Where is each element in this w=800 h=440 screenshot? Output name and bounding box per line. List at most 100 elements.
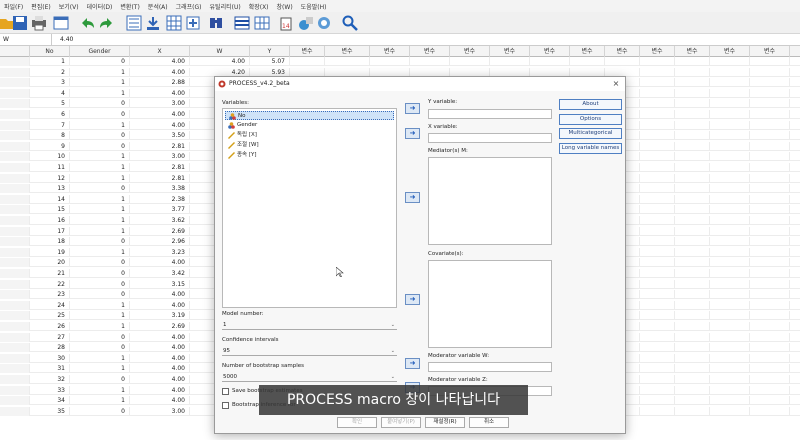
data-cell[interactable] [640, 279, 675, 289]
column-header[interactable]: Gender [70, 46, 130, 57]
data-cell[interactable] [675, 67, 710, 77]
data-cell[interactable]: 0 [70, 131, 130, 141]
data-cell[interactable]: 2.69 [130, 226, 190, 236]
data-cell[interactable] [675, 216, 710, 225]
data-cell[interactable]: 0 [70, 184, 130, 194]
data-cell[interactable]: 5 [30, 99, 70, 109]
data-cell[interactable] [790, 237, 800, 246]
data-cell[interactable] [750, 152, 790, 162]
data-cell[interactable] [640, 216, 675, 225]
data-cell[interactable] [790, 322, 800, 331]
data-cell[interactable]: 1 [70, 67, 130, 77]
data-cell[interactable] [710, 353, 750, 363]
variable-item[interactable]: 독립 [X] [225, 131, 394, 140]
data-cell[interactable] [750, 216, 790, 225]
data-cell[interactable] [790, 258, 800, 267]
column-header[interactable]: 변수 [410, 46, 450, 57]
data-cell[interactable] [640, 57, 675, 66]
data-cell[interactable] [750, 364, 790, 374]
data-cell[interactable] [750, 279, 790, 289]
data-cell[interactable]: 3.00 [130, 152, 190, 162]
data-cell[interactable] [490, 57, 530, 66]
data-cell[interactable] [710, 99, 750, 109]
data-cell[interactable] [710, 152, 750, 162]
data-cell[interactable] [750, 396, 790, 406]
data-cell[interactable] [710, 311, 750, 321]
column-header[interactable]: Y [250, 46, 290, 57]
data-cell[interactable] [750, 194, 790, 204]
data-cell[interactable]: 21 [30, 269, 70, 278]
variable-item[interactable]: Gender [225, 121, 394, 130]
data-cell[interactable] [790, 354, 800, 363]
data-cell[interactable]: 0 [70, 279, 130, 289]
data-cell[interactable]: 1 [70, 216, 130, 225]
data-cell[interactable]: 4.00 [130, 375, 190, 384]
data-cell[interactable]: 3.42 [130, 269, 190, 278]
data-cell[interactable] [790, 290, 800, 299]
data-cell[interactable] [710, 258, 750, 268]
data-cell[interactable] [640, 375, 675, 384]
data-cell[interactable]: 0 [70, 237, 130, 247]
data-cell[interactable] [675, 141, 710, 151]
data-cell[interactable] [290, 57, 325, 66]
data-cell[interactable] [710, 300, 750, 310]
data-cell[interactable]: 22 [30, 279, 70, 289]
data-cell[interactable]: 4.00 [130, 88, 190, 98]
data-cell[interactable]: 19 [30, 247, 70, 257]
data-cell[interactable] [640, 396, 675, 406]
data-cell[interactable]: 32 [30, 375, 70, 384]
data-cell[interactable] [640, 78, 675, 88]
data-cell[interactable]: 1 [70, 311, 130, 321]
data-cell[interactable] [675, 385, 710, 395]
data-cell[interactable]: 2.81 [130, 163, 190, 172]
data-cell[interactable] [675, 88, 710, 98]
data-cell[interactable] [675, 247, 710, 257]
data-cell[interactable] [675, 226, 710, 236]
data-cell[interactable] [675, 311, 710, 321]
data-cell[interactable]: 0 [70, 99, 130, 109]
data-cell[interactable] [675, 120, 710, 130]
menu-item[interactable]: 창(W) [277, 2, 293, 11]
data-cell[interactable] [790, 174, 800, 183]
data-cell[interactable] [710, 67, 750, 77]
data-cell[interactable] [640, 141, 675, 151]
data-cell[interactable]: 0 [70, 406, 130, 416]
go-to-case-icon[interactable] [126, 15, 142, 31]
data-cell[interactable] [790, 216, 800, 225]
data-cell[interactable]: 9 [30, 141, 70, 151]
menu-item[interactable]: 그래프(G) [176, 2, 202, 11]
data-cell[interactable] [710, 163, 750, 172]
data-cell[interactable] [640, 120, 675, 130]
bootstrap-select[interactable]: 5000 ⌄ [222, 372, 397, 382]
data-cell[interactable] [640, 152, 675, 162]
data-cell[interactable]: 30 [30, 353, 70, 363]
data-cell[interactable]: 1 [70, 226, 130, 236]
data-cell[interactable] [750, 322, 790, 331]
data-cell[interactable]: 7 [30, 120, 70, 130]
go-to-variable-icon[interactable] [145, 15, 161, 31]
data-cell[interactable] [710, 173, 750, 183]
data-cell[interactable] [675, 279, 710, 289]
data-cell[interactable] [675, 173, 710, 183]
data-cell[interactable] [750, 343, 790, 353]
data-cell[interactable] [710, 131, 750, 141]
data-cell[interactable] [790, 163, 800, 172]
data-cell[interactable]: 1 [70, 120, 130, 130]
data-cell[interactable]: 2.88 [130, 78, 190, 88]
data-cell[interactable] [675, 205, 710, 215]
data-cell[interactable] [640, 205, 675, 215]
data-cell[interactable] [790, 205, 800, 214]
variable-item[interactable]: 조절 [W] [225, 141, 394, 150]
data-cell[interactable] [750, 99, 790, 109]
data-cell[interactable] [710, 375, 750, 384]
data-cell[interactable]: 1 [70, 194, 130, 204]
menu-item[interactable]: 데이터(D) [87, 2, 113, 11]
data-cell[interactable] [675, 406, 710, 416]
data-cell[interactable] [790, 131, 800, 140]
data-cell[interactable] [640, 353, 675, 363]
split-file-icon[interactable] [234, 15, 250, 31]
data-cell[interactable]: 4.00 [130, 290, 190, 300]
data-cell[interactable] [790, 142, 800, 151]
data-cell[interactable]: 2 [30, 67, 70, 77]
data-cell[interactable] [710, 364, 750, 374]
